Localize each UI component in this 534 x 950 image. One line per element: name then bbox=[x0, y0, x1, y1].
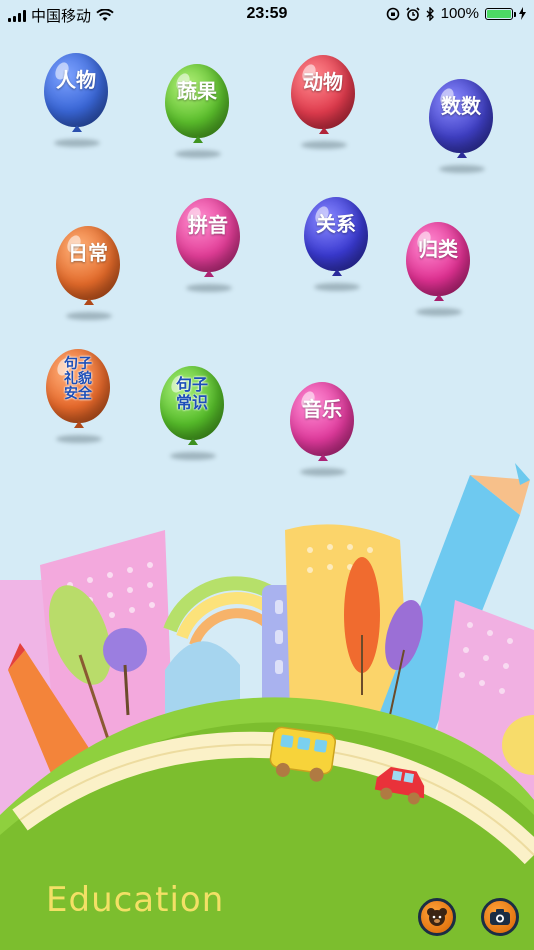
education-brand-text: Education bbox=[46, 880, 225, 920]
balloon-label: 归类 bbox=[418, 237, 458, 261]
balloon-label: 日常 bbox=[68, 241, 108, 265]
balloon-classify[interactable]: 归类 bbox=[406, 222, 472, 328]
balloon-label: 句子 常识 bbox=[175, 375, 208, 412]
status-bar: 中国移动 23:59 100% bbox=[0, 0, 534, 30]
balloon-relations[interactable]: 关系 bbox=[304, 197, 370, 303]
battery-percent: 100% bbox=[440, 5, 479, 22]
rotation-lock-icon bbox=[386, 7, 399, 20]
alarm-icon bbox=[406, 6, 420, 21]
balloon-label: 动物 bbox=[303, 70, 343, 94]
balloon-label: 人物 bbox=[56, 68, 96, 92]
charging-icon bbox=[519, 7, 526, 20]
bear-icon bbox=[427, 908, 447, 926]
balloon-daily-life[interactable]: 日常 bbox=[56, 226, 122, 332]
balloon-counting[interactable]: 数数 bbox=[429, 79, 495, 185]
camera-icon bbox=[490, 909, 510, 925]
balloon-label: 拼音 bbox=[188, 213, 228, 237]
balloon-label: 关系 bbox=[316, 212, 356, 236]
bear-button[interactable] bbox=[418, 898, 456, 936]
balloon-label: 数数 bbox=[441, 94, 481, 118]
city-hill-illustration bbox=[0, 463, 534, 950]
balloon-label: 音乐 bbox=[302, 397, 342, 421]
balloon-sentences-manners-safety[interactable]: 句子 礼貌 安全 bbox=[46, 349, 112, 455]
balloon-fruits-vegetables[interactable]: 蔬果 bbox=[165, 64, 231, 170]
balloon-people[interactable]: 人物 bbox=[44, 53, 110, 159]
bluetooth-icon bbox=[426, 6, 434, 21]
camera-button[interactable] bbox=[481, 898, 519, 936]
balloon-label: 句子 礼貌 安全 bbox=[64, 356, 92, 402]
battery-icon bbox=[485, 7, 516, 20]
balloon-animals[interactable]: 动物 bbox=[291, 55, 357, 161]
balloon-pinyin[interactable]: 拼音 bbox=[176, 198, 242, 304]
balloon-label: 蔬果 bbox=[177, 79, 217, 103]
